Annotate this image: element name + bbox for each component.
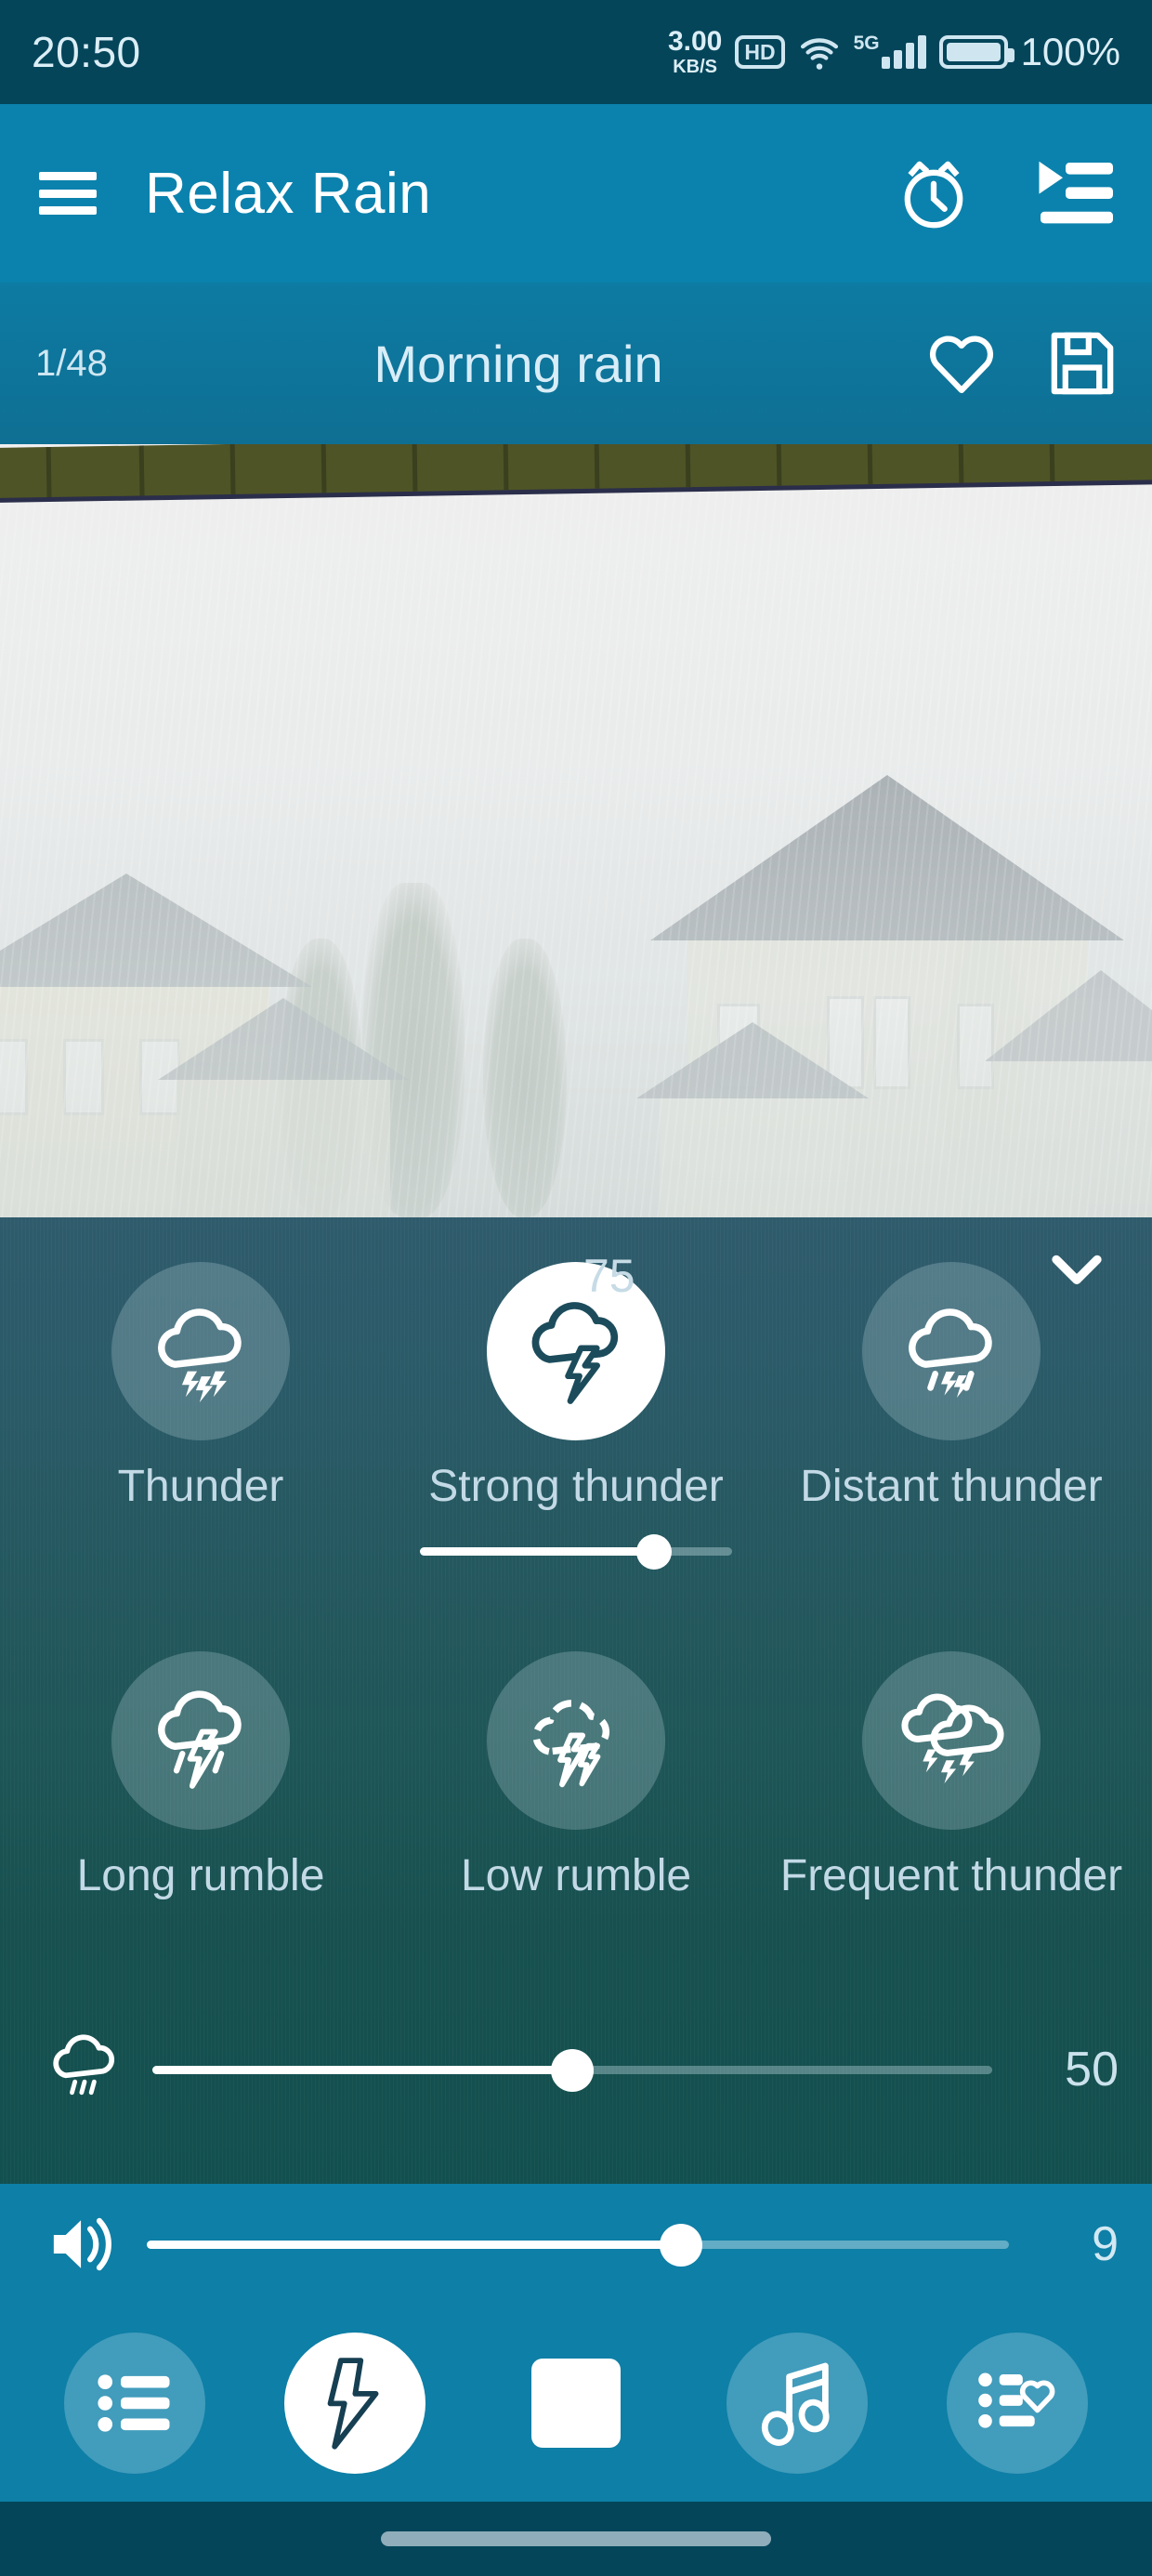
master-volume-slider[interactable] (147, 2216, 1009, 2272)
sound-item-frequent-thunder[interactable]: Frequent thunder (775, 1651, 1128, 1901)
sound-value: 75 (583, 1250, 635, 1302)
sound-row: Long rumble Low rumble Frequent thunder (0, 1651, 1152, 1901)
rain-volume-row: 50 (0, 2018, 1152, 2121)
list-heart-icon (978, 2372, 1055, 2428)
sound-label: Thunder (117, 1462, 284, 1511)
battery-icon (938, 35, 1015, 69)
thunder-volume-slider[interactable] (399, 1523, 753, 1579)
track-actions (927, 329, 1117, 398)
status-time: 20:50 (32, 28, 141, 76)
gesture-nav-bar (0, 2502, 1152, 2576)
page-title: Relax Rain (145, 161, 432, 226)
sound-item-thunder[interactable]: Thunder (24, 1262, 377, 1512)
rain-cloud-icon (33, 2027, 136, 2112)
signal-bars-icon: 5G (853, 33, 926, 69)
network-type-label: 5G (853, 33, 880, 54)
wifi-icon (800, 38, 838, 70)
stop-button[interactable] (505, 2333, 647, 2474)
network-speed-value: 3.00 (667, 26, 723, 57)
master-volume-value: 9 (1092, 2217, 1119, 2271)
network-speed-indicator: 3.00 KB/S (667, 26, 723, 77)
speaker-volume-icon[interactable] (33, 2209, 134, 2280)
sound-item-distant-thunder[interactable]: Distant thunder (775, 1262, 1128, 1512)
music-note-icon (761, 2362, 830, 2446)
cloud-triple-bolt-icon[interactable] (111, 1262, 290, 1440)
app-bar: Relax Rain (0, 104, 1152, 283)
slider-fill (147, 2241, 682, 2249)
sound-panel: Thunder 75 Strong thunder Distant thunde… (0, 1217, 1152, 2184)
slider-thumb[interactable] (660, 2224, 703, 2267)
heart-outline-icon[interactable] (927, 332, 996, 395)
battery-percent: 100% (1020, 30, 1120, 73)
slider-fill (152, 2066, 572, 2074)
hamburger-menu-icon[interactable] (39, 172, 97, 215)
slider-thumb[interactable] (551, 2049, 594, 2092)
sound-label: Low rumble (460, 1851, 692, 1900)
alarm-clock-icon[interactable] (897, 154, 970, 232)
rain-volume-value: 50 (1065, 2043, 1119, 2096)
slider-thumb[interactable] (636, 1534, 672, 1570)
sound-grid: Thunder 75 Strong thunder Distant thunde… (0, 1250, 1152, 1901)
sound-item-long-rumble[interactable]: Long rumble (24, 1651, 377, 1901)
cloud-long-bolt-icon[interactable] (111, 1651, 290, 1830)
gesture-handle[interactable] (381, 2531, 771, 2546)
sound-label: Frequent thunder (779, 1851, 1123, 1900)
master-volume-row: 9 (0, 2184, 1152, 2305)
clouds-multi-bolt-icon[interactable] (862, 1651, 1041, 1830)
track-bar: 1/48 Morning rain (0, 283, 1152, 444)
lightning-bolt-icon (328, 2358, 379, 2450)
favorites-button[interactable] (947, 2333, 1089, 2474)
slider-fill (420, 1547, 654, 1556)
network-speed-unit: KB/S (673, 57, 718, 77)
cloud-double-bolt-icon[interactable] (487, 1651, 665, 1830)
cloud-rain-bolt-icon[interactable] (862, 1262, 1041, 1440)
track-title: Morning rain (373, 334, 663, 393)
bottom-nav-bar (0, 2305, 1152, 2502)
list-bullets-icon (98, 2374, 170, 2432)
sound-row: Thunder 75 Strong thunder Distant thunde… (0, 1250, 1152, 1579)
thunder-button[interactable] (284, 2333, 426, 2474)
stop-square-icon (530, 2359, 621, 2448)
sound-list-button[interactable] (63, 2333, 205, 2474)
music-button[interactable] (726, 2333, 868, 2474)
hd-icon: HD (735, 34, 785, 70)
app-screen: 20:50 3.00 KB/S HD 5G 100% Relax Rain 1/… (0, 0, 1152, 2576)
floppy-save-icon[interactable] (1048, 329, 1117, 398)
app-bar-actions (897, 154, 1113, 232)
playlist-play-icon[interactable] (1035, 156, 1113, 230)
rain-volume-slider[interactable] (152, 2042, 992, 2097)
cloud-strong-bolt-icon[interactable] (487, 1262, 665, 1440)
sound-item-low-rumble[interactable]: Low rumble (399, 1651, 753, 1901)
status-bar: 20:50 3.00 KB/S HD 5G 100% (0, 0, 1152, 104)
scene-photo (0, 444, 1152, 1217)
photo-rain-overlay (0, 444, 1152, 1217)
sound-item-strong-thunder[interactable]: 75 Strong thunder (399, 1250, 753, 1579)
sound-label: Long rumble (76, 1851, 325, 1900)
signal-bars (881, 35, 926, 69)
status-indicators: 3.00 KB/S HD 5G 100% (667, 26, 1120, 77)
sound-label: Distant thunder (800, 1462, 1103, 1511)
sound-label: Strong thunder (428, 1462, 724, 1511)
